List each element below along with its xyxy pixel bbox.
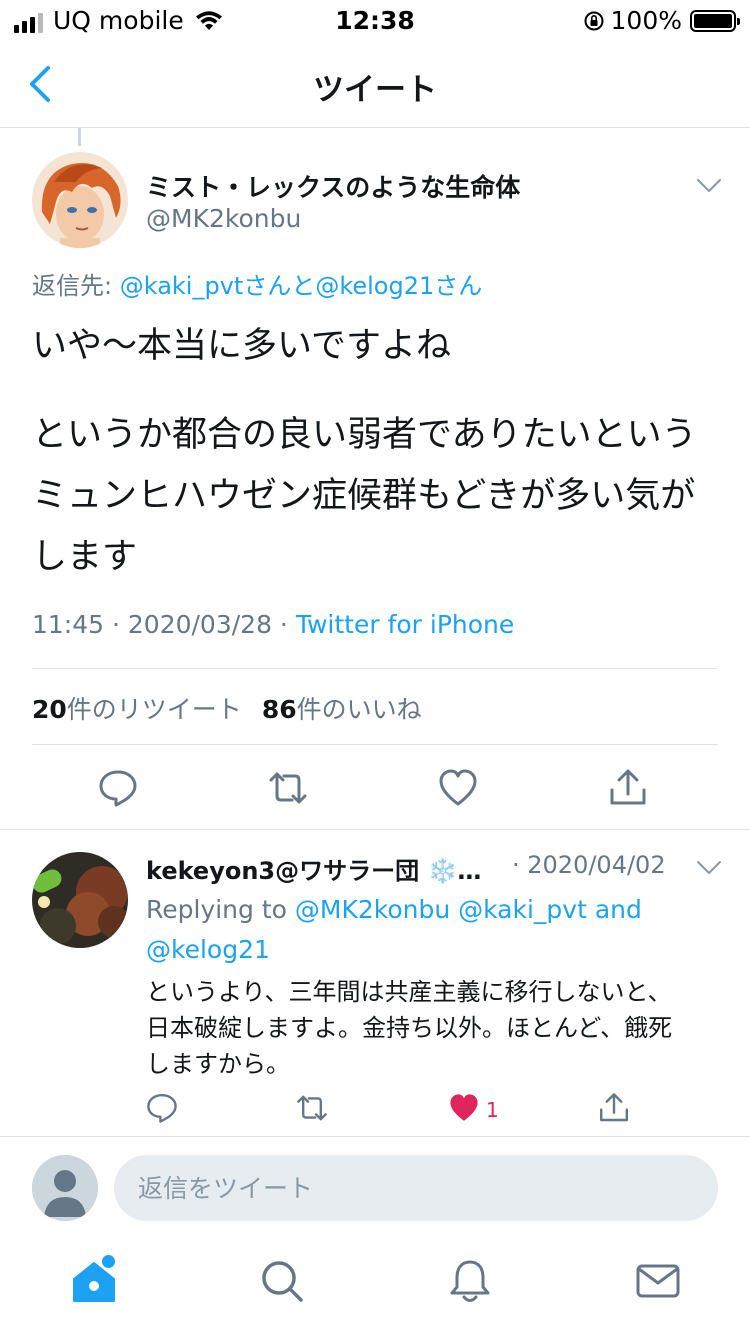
retweet-count: 20 <box>32 695 67 724</box>
tweet-time: 11:45 <box>32 610 105 639</box>
retweet-icon[interactable] <box>296 1092 328 1124</box>
tweet-text: いや〜本当に多いですよね というか都合の良い弱者でありたいというミュンヒハウゼン… <box>32 316 722 588</box>
reply-header: kekeyon3@ワサラー団 ❄️… · 2020/04/02 <box>146 851 686 886</box>
thread-line <box>78 128 81 146</box>
tweet-text-paragraph: いや〜本当に多いですよね <box>32 326 451 366</box>
compose-bar <box>0 1137 750 1237</box>
chevron-down-icon[interactable] <box>696 860 722 876</box>
user-avatar[interactable] <box>32 1155 98 1221</box>
replying-to-link[interactable]: @kaki_pvtさんと@kelog21さん <box>120 272 483 300</box>
messages-icon[interactable] <box>634 1257 682 1305</box>
author-handle[interactable]: @MK2konbu <box>146 204 301 233</box>
chevron-down-icon[interactable] <box>696 178 722 194</box>
like-stat-label: 件のいいね <box>296 695 422 724</box>
replying-prefix: 返信先: <box>32 272 120 300</box>
replying-to: 返信先: @kaki_pvtさんと@kelog21さん <box>32 266 482 301</box>
tweet-text-paragraph: というか都合の良い弱者でありたいというミュンヒハウゼン症候群もどきが多い気がしま… <box>32 415 697 577</box>
heart-filled-icon[interactable] <box>448 1092 480 1124</box>
tweet-date: 2020/03/28 <box>127 610 272 639</box>
battery-icon <box>690 9 740 32</box>
divider <box>0 829 750 830</box>
retweet-icon[interactable] <box>268 768 308 808</box>
reply-text: というより、三年間は共産主義に移行しないと、日本破綻しますよ。金持ち以外。ほとん… <box>146 978 673 1078</box>
author-display-name[interactable]: ミスト・レックスのような生命体 <box>146 168 520 204</box>
like-stat[interactable]: 86件のいいね <box>262 690 422 726</box>
notifications-icon[interactable] <box>446 1257 494 1305</box>
tab-bar <box>0 1237 750 1334</box>
tweet-stats: 20件のリツイート 86件のいいね <box>32 690 422 726</box>
reply-avatar[interactable] <box>32 852 128 948</box>
retweet-stat-label: 件のリツイート <box>66 695 242 724</box>
orientation-lock-icon <box>584 11 604 30</box>
like-count: 86 <box>261 695 297 724</box>
battery-percent: 100% <box>610 6 682 35</box>
reply-icon[interactable] <box>98 768 138 808</box>
reply-date: · 2020/04/02 <box>512 851 666 879</box>
avatar[interactable] <box>32 152 128 248</box>
nav-bar: ツイート <box>0 40 750 128</box>
reply-replying-prefix: Replying to <box>146 895 295 924</box>
tweet-meta: 11:45 · 2020/03/28 · Twitter for iPhone <box>32 610 515 639</box>
share-icon[interactable] <box>608 768 648 808</box>
page-title: ツイート <box>313 72 437 108</box>
reply-like-count: 1 <box>486 1098 499 1122</box>
retweet-stat[interactable]: 20件のリツイート <box>32 690 242 726</box>
divider <box>32 744 718 745</box>
reply-actions <box>0 1092 750 1132</box>
divider <box>32 668 718 669</box>
reply-input[interactable] <box>114 1155 718 1221</box>
status-bar: UQ mobile 12:38 100% <box>0 0 750 40</box>
search-icon[interactable] <box>258 1257 306 1305</box>
tweet-actions <box>0 762 750 814</box>
new-content-dot <box>102 1255 115 1268</box>
reply-replying-to: Replying to @MK2konbu @kaki_pvt and @kel… <box>146 890 706 970</box>
heart-icon[interactable] <box>438 768 478 808</box>
tweet-source-link[interactable]: Twitter for iPhone <box>296 610 514 639</box>
reply-display-name[interactable]: kekeyon3@ワサラー団 ❄️… <box>146 857 481 885</box>
reply-icon[interactable] <box>146 1092 178 1124</box>
share-icon[interactable] <box>598 1092 630 1124</box>
